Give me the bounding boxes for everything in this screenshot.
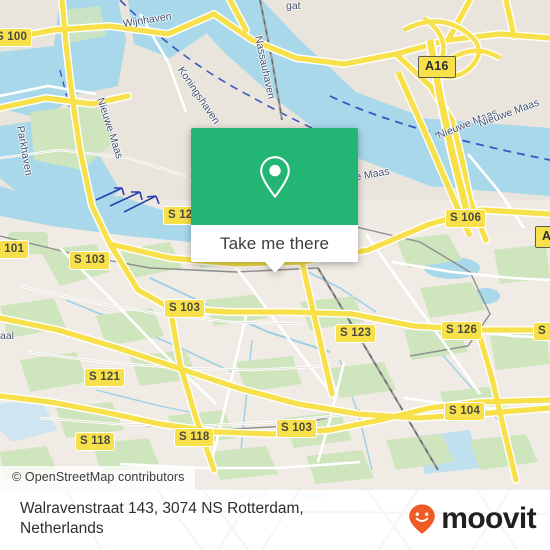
road-shield-motorway: A16 xyxy=(418,56,456,78)
road-shield: S 123 xyxy=(335,324,377,343)
road-shield: S 100 xyxy=(0,28,33,47)
popup-header xyxy=(191,128,358,225)
road-shield: S 103 xyxy=(276,419,318,438)
road-shield-motorway: A xyxy=(535,226,550,248)
map-pin-icon xyxy=(259,155,290,198)
road-shield: S 103 xyxy=(69,251,111,270)
popup-footer[interactable]: Take me there xyxy=(191,225,358,273)
moovit-logo[interactable]: moovit xyxy=(407,502,537,535)
location-popup-card[interactable]: Take me there xyxy=(191,128,358,273)
road-shield: S 118 xyxy=(174,428,215,447)
road-shield: S 118 xyxy=(75,432,116,451)
footer-bar: Walravenstraat 143, 3074 NS Rotterdam, N… xyxy=(0,490,550,550)
take-me-there-label: Take me there xyxy=(219,233,330,253)
address-line-1: Walravenstraat 143, 3074 NS Rotterdam, xyxy=(20,500,304,517)
road-shield: S 104 xyxy=(444,402,486,421)
screenshot-root: Wijnhaven gat Nassauhaven Koningshaven N… xyxy=(0,0,550,550)
popup-tail xyxy=(263,261,286,273)
map-canvas[interactable]: Wijnhaven gat Nassauhaven Koningshaven N… xyxy=(0,0,550,490)
address-block: Walravenstraat 143, 3074 NS Rotterdam, N… xyxy=(20,499,360,539)
moovit-wordmark: moovit xyxy=(441,502,536,535)
road-shield: S 126 xyxy=(441,321,483,340)
road-shield: S 121 xyxy=(84,368,126,387)
address-line-2: Netherlands xyxy=(20,520,104,537)
road-shield: S 103 xyxy=(164,299,206,318)
road-shield: S 106 xyxy=(445,209,487,228)
road-shield: S 10 xyxy=(533,322,550,341)
road-shield: S 101 xyxy=(0,240,30,259)
moovit-pin-icon xyxy=(409,504,436,534)
osm-attribution[interactable]: © OpenStreetMap contributors xyxy=(0,466,195,490)
